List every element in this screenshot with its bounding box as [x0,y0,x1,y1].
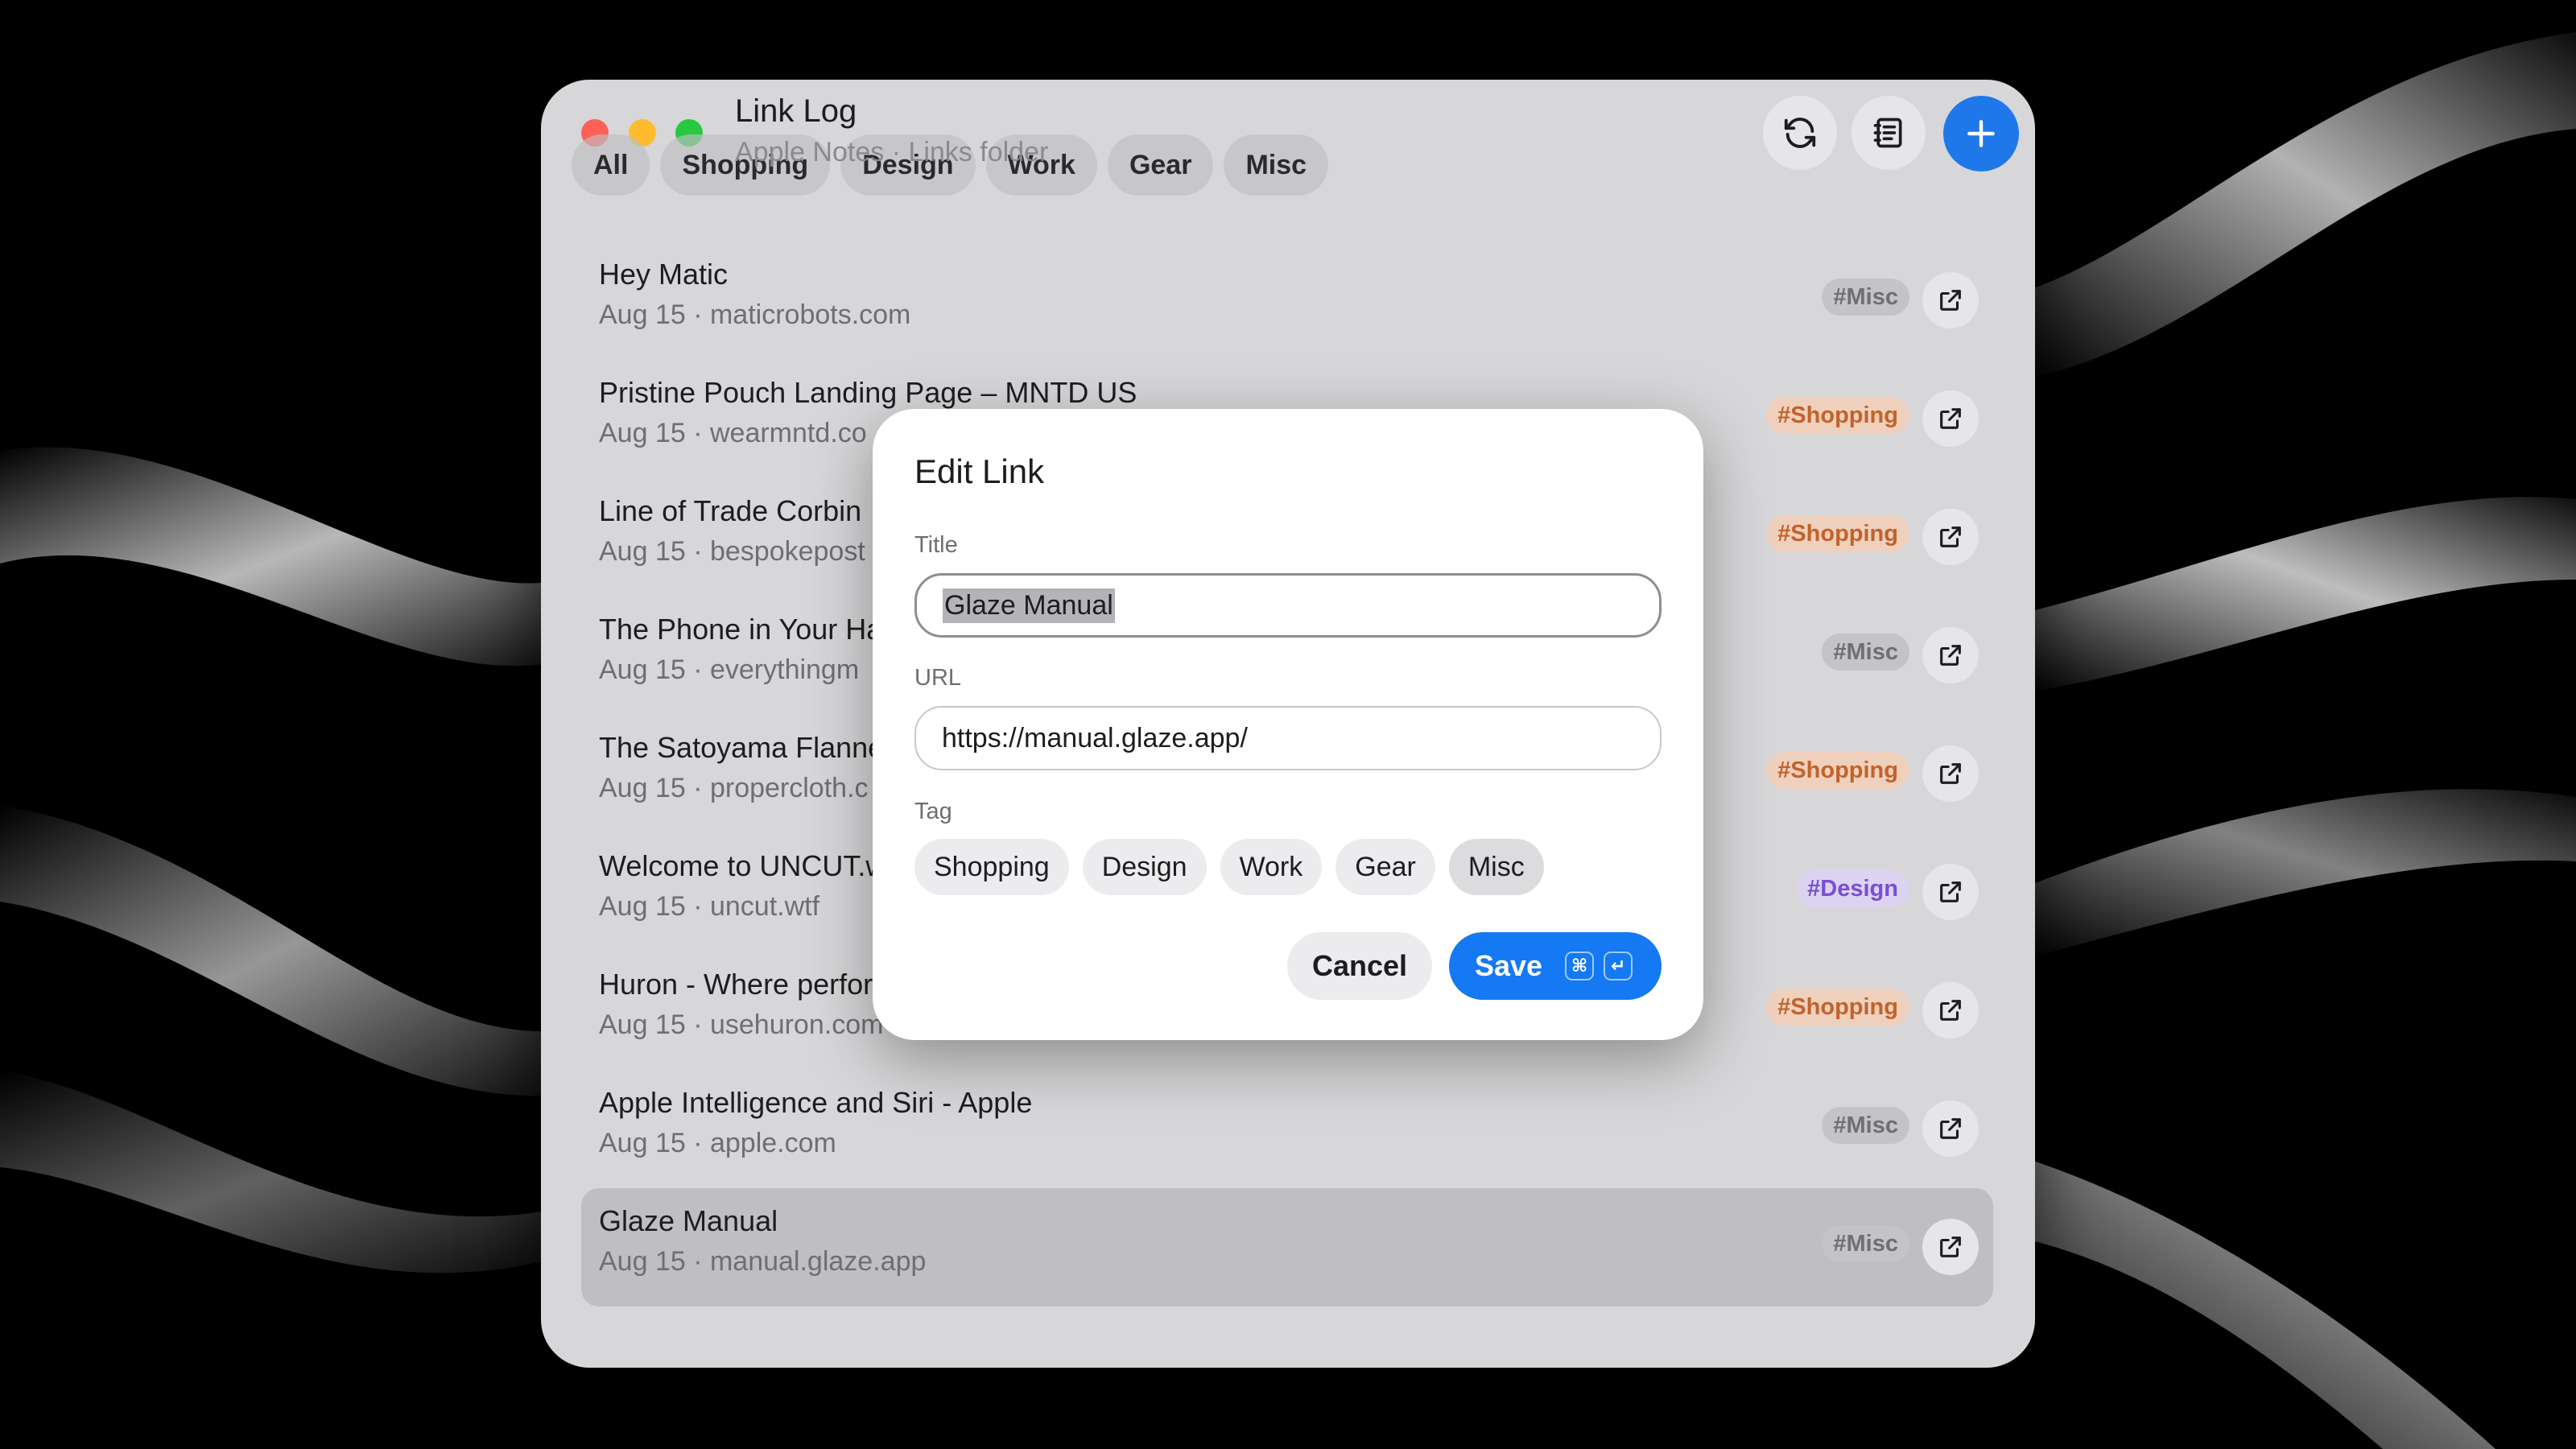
link-meta: Aug 15 · apple.com [599,1128,836,1158]
link-meta: Aug 15 · propercloth.c [599,773,869,803]
link-row[interactable]: Hey Matic Aug 15 · maticrobots.com #Misc [581,242,1993,360]
external-link-icon [1940,763,1961,784]
filter-gear[interactable]: Gear [1107,134,1214,196]
link-tag-badge: #Misc [1822,279,1909,316]
link-row[interactable]: Apple Intelligence and Siri - Apple Aug 1… [581,1070,1993,1188]
link-meta: Aug 15 · usehuron.com [599,1009,884,1040]
tag-picker: Shopping Design Work Gear Misc [914,839,1544,895]
open-link-button[interactable] [1922,982,1979,1038]
tag-label: Tag [914,799,952,824]
link-meta: Aug 15 · bespokepost [599,536,865,567]
open-link-button[interactable] [1922,272,1979,328]
link-tag-badge: #Misc [1822,634,1909,671]
open-link-button[interactable] [1922,1100,1979,1157]
external-link-icon [1940,1236,1961,1257]
url-input[interactable]: https://manual.glaze.app/ [914,706,1662,770]
external-link-icon [1940,881,1961,902]
open-link-button[interactable] [1922,390,1979,447]
title-label: Title [914,532,958,558]
tag-option-design[interactable]: Design [1082,839,1207,895]
tag-option-work[interactable]: Work [1220,839,1323,895]
external-link-icon [1940,526,1961,547]
return-key-icon: ↵ [1604,952,1633,980]
command-key-icon: ⌘ [1565,952,1595,980]
link-title: The Satoyama Flanne [599,731,885,764]
tag-option-misc[interactable]: Misc [1448,839,1544,895]
save-button[interactable]: Save ⌘ ↵ [1449,932,1662,1000]
external-link-icon [1940,645,1961,666]
link-tag-badge: #Shopping [1766,397,1909,434]
open-link-button[interactable] [1922,627,1979,683]
link-meta: Aug 15 · uncut.wtf [599,891,820,922]
refresh-icon [1784,118,1816,148]
open-link-button[interactable] [1922,864,1979,920]
link-row[interactable]: Glaze Manual Aug 15 · manual.glaze.app #Mi… [581,1188,1993,1307]
title-input[interactable]: Glaze Manual [914,573,1662,638]
link-tag-badge: #Misc [1822,1107,1909,1144]
cancel-button[interactable]: Cancel [1287,932,1432,1000]
link-tag-badge: #Shopping [1766,515,1909,552]
link-meta: Aug 15 · everythingm [599,654,860,685]
add-link-button[interactable] [1943,96,2019,171]
dialog-title: Edit Link [914,452,1045,490]
link-title: Huron - Where perfor [599,968,873,1001]
tag-option-shopping[interactable]: Shopping [914,839,1069,895]
url-label: URL [914,665,962,691]
link-title: Pristine Pouch Landing Page – MNTD US [599,376,1137,409]
link-title: Glaze Manual [599,1204,778,1237]
link-title: Apple Intelligence and Siri - Apple [599,1086,1033,1119]
save-label: Save [1475,949,1543,982]
notes-icon [1873,118,1902,148]
app-title: Link Log [735,93,857,129]
tag-option-gear[interactable]: Gear [1335,839,1435,895]
link-title: Line of Trade Corbin [599,494,862,527]
title-input-value: Glaze Manual [943,588,1115,623]
external-link-icon [1940,1118,1961,1139]
filter-misc[interactable]: Misc [1224,134,1329,196]
external-link-icon [1940,1000,1961,1021]
link-tag-badge: #Shopping [1766,752,1909,789]
open-link-button[interactable] [1922,1219,1979,1275]
link-title: Welcome to UNCUT.w [599,849,887,882]
refresh-button[interactable] [1763,96,1837,170]
plus-icon [1967,120,1995,147]
link-meta: Aug 15 · wearmntd.co [599,418,867,448]
filter-all[interactable]: All [572,134,650,196]
open-link-button[interactable] [1922,745,1979,802]
link-meta: Aug 15 · maticrobots.com [599,299,911,330]
url-input-value: https://manual.glaze.app/ [942,722,1248,753]
external-link-icon [1940,408,1961,429]
link-meta: Aug 15 · manual.glaze.app [599,1246,927,1277]
link-tag-badge: #Design [1796,870,1909,907]
app-subtitle: Apple Notes · Links folder [735,137,1049,167]
link-title: The Phone in Your Ha [599,613,883,646]
edit-link-dialog: Edit Link Title Glaze Manual URL https:/… [873,409,1703,1040]
link-tag-badge: #Misc [1822,1225,1909,1262]
link-tag-badge: #Shopping [1766,989,1909,1026]
link-title: Hey Matic [599,258,729,291]
open-link-button[interactable] [1922,509,1979,565]
external-link-icon [1940,290,1961,311]
notes-button[interactable] [1852,96,1926,170]
